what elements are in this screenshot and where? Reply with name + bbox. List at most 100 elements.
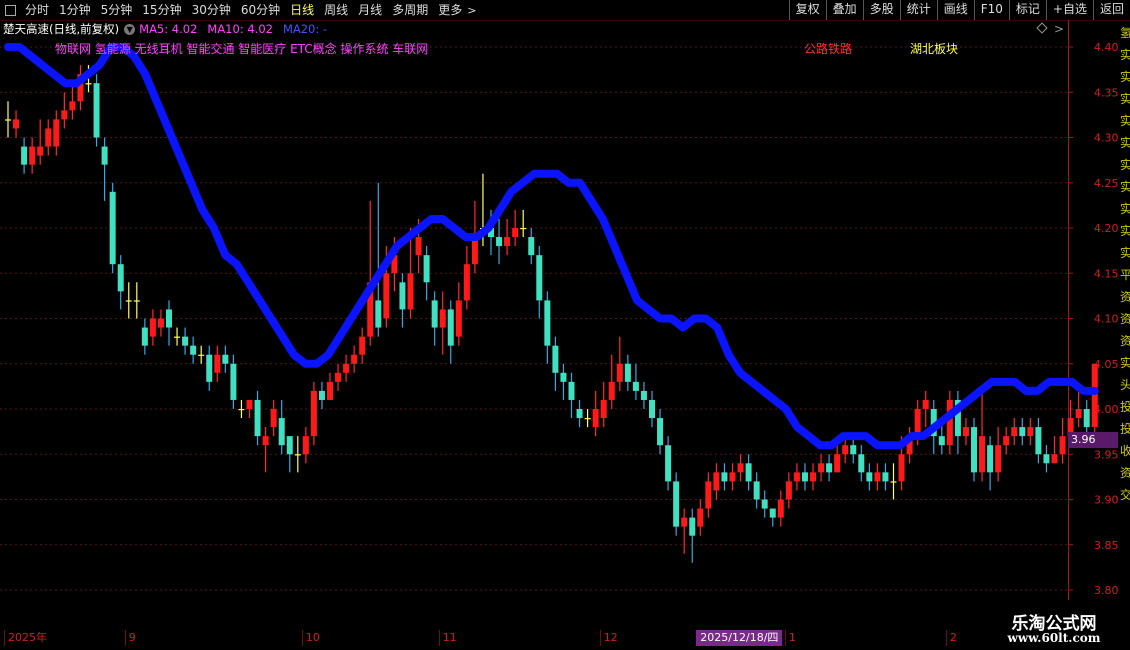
period-tab-4[interactable]: 30分钟 xyxy=(187,0,236,20)
more-chevron-icon[interactable]: > xyxy=(467,4,476,17)
period-tabs: 分时 1分钟 5分钟 15分钟 30分钟 60分钟 日线 周线 月线 多周期 更多 > xyxy=(0,0,476,20)
candlestick-chart[interactable]: 3.803.853.903.954.004.054.104.154.204.25… xyxy=(0,20,1130,630)
candle-body xyxy=(737,463,744,473)
watermark-url: www.60lt.com xyxy=(1007,631,1101,645)
candle-body xyxy=(1051,454,1058,464)
candle-body xyxy=(125,300,132,302)
candle-body xyxy=(600,399,607,419)
candle-body xyxy=(415,237,422,256)
period-tab-7[interactable]: 周线 xyxy=(319,0,353,20)
candle-body xyxy=(761,499,768,509)
period-tab-8[interactable]: 月线 xyxy=(353,0,387,20)
toolbar-button-2[interactable]: 多股 xyxy=(862,0,900,20)
candle-body xyxy=(85,83,92,85)
candle-body xyxy=(109,191,116,265)
candle-body xyxy=(61,110,68,120)
period-tab-1[interactable]: 1分钟 xyxy=(54,0,96,20)
candle-body xyxy=(922,399,929,409)
candle-body xyxy=(576,409,583,419)
candle-body xyxy=(318,390,325,400)
toolbar-button-5[interactable]: F10 xyxy=(973,0,1009,20)
watermark: 乐淘公式网 www.60lt.com xyxy=(978,600,1130,650)
toolbar-button-1[interactable]: 叠加 xyxy=(825,0,863,20)
candle-body xyxy=(463,264,470,301)
candle-body xyxy=(37,146,44,156)
x-label-4: 12 xyxy=(599,630,618,646)
candle-body xyxy=(850,445,857,455)
candle-body xyxy=(1019,427,1026,437)
candle-body xyxy=(1035,427,1042,455)
candle-body xyxy=(971,427,977,473)
candle-body xyxy=(190,345,197,355)
window-square-icon[interactable] xyxy=(5,4,16,16)
candle-body xyxy=(697,508,704,527)
period-tab-5[interactable]: 60分钟 xyxy=(236,0,285,20)
right-info-strip: 氢实实实实实实实实实实平资资资实头投投收资交 xyxy=(1120,26,1130,502)
period-tab-2[interactable]: 5分钟 xyxy=(96,0,138,20)
candle-body xyxy=(705,481,712,509)
toolbar-button-7[interactable]: +自选 xyxy=(1045,0,1093,20)
x-label-7: 2 xyxy=(945,630,957,646)
candle-body xyxy=(1011,427,1018,437)
y-tick-label: 4.20 xyxy=(1094,222,1119,235)
candle-body xyxy=(286,436,293,455)
toolbar-button-0[interactable]: 复权 xyxy=(788,0,826,20)
ma20-line xyxy=(4,43,1099,450)
toolbar-button-3[interactable]: 统计 xyxy=(899,0,937,20)
candle-body xyxy=(987,445,994,473)
y-tick-label: 3.85 xyxy=(1094,539,1119,552)
candle-body xyxy=(665,445,672,482)
y-tick-label: 4.40 xyxy=(1094,41,1119,54)
x-label-6: 1 xyxy=(784,630,796,646)
candle-body xyxy=(512,228,519,238)
candle-body xyxy=(1003,436,1010,446)
toolbar-button-4[interactable]: 画线 xyxy=(936,0,974,20)
candle-body xyxy=(447,309,454,346)
candle-body xyxy=(1075,409,1082,419)
candle-body xyxy=(1043,454,1050,464)
candle-body xyxy=(423,255,430,283)
candle-body xyxy=(53,119,60,147)
candle-body xyxy=(713,472,720,491)
candle-body xyxy=(681,517,688,527)
candle-body xyxy=(1059,436,1066,455)
candle-body xyxy=(407,273,414,310)
candle-body xyxy=(439,309,446,328)
candle-body xyxy=(13,119,20,129)
candle-body xyxy=(568,381,575,400)
candle-body xyxy=(383,273,390,319)
current-price-tag: 3.96 xyxy=(1068,432,1118,448)
candle-body xyxy=(327,381,333,400)
candle-body xyxy=(745,463,752,482)
candle-body xyxy=(182,336,189,346)
y-tick-label: 3.90 xyxy=(1094,494,1119,507)
concept-tags: 物联网 氢能源 无线耳机 智能交通 智能医疗 ETC概念 操作系统 车联网 xyxy=(55,42,429,56)
candle-body xyxy=(777,499,784,518)
candle-body xyxy=(335,372,342,382)
candle-body xyxy=(294,454,301,456)
candle-body xyxy=(270,409,277,428)
candle-body xyxy=(946,399,953,446)
toolbar-button-6[interactable]: 标记 xyxy=(1008,0,1046,20)
candle-body xyxy=(375,300,382,328)
period-tab-0[interactable]: 分时 xyxy=(20,0,54,20)
candle-body xyxy=(753,481,760,500)
candle-body xyxy=(431,300,438,328)
candle-body xyxy=(536,255,543,301)
candle-body xyxy=(874,472,881,482)
candle-body xyxy=(101,146,108,165)
candle-body xyxy=(785,481,792,500)
candle-body xyxy=(649,399,655,419)
period-tab-6[interactable]: 日线 xyxy=(285,0,319,20)
candle-body xyxy=(544,300,551,346)
candle-body xyxy=(29,146,36,165)
period-tab-10[interactable]: 更多 xyxy=(433,0,467,20)
candle-body xyxy=(729,472,736,482)
x-label-1: 9 xyxy=(124,630,136,646)
candle-body xyxy=(246,399,253,409)
period-tab-9[interactable]: 多周期 xyxy=(387,0,433,20)
y-tick-label: 4.30 xyxy=(1094,132,1119,145)
period-tab-3[interactable]: 15分钟 xyxy=(137,0,186,20)
candle-body xyxy=(560,372,567,382)
toolbar-button-8[interactable]: 返回 xyxy=(1092,0,1130,20)
